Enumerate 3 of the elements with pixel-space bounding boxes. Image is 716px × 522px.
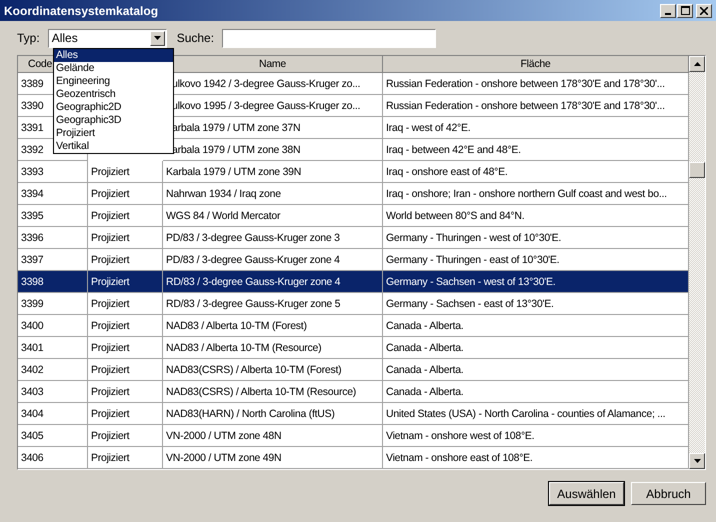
- type-label: Typ:: [17, 31, 40, 45]
- search-label: Suche:: [176, 31, 214, 45]
- window-title: Koordinatensystemkatalog: [4, 4, 158, 18]
